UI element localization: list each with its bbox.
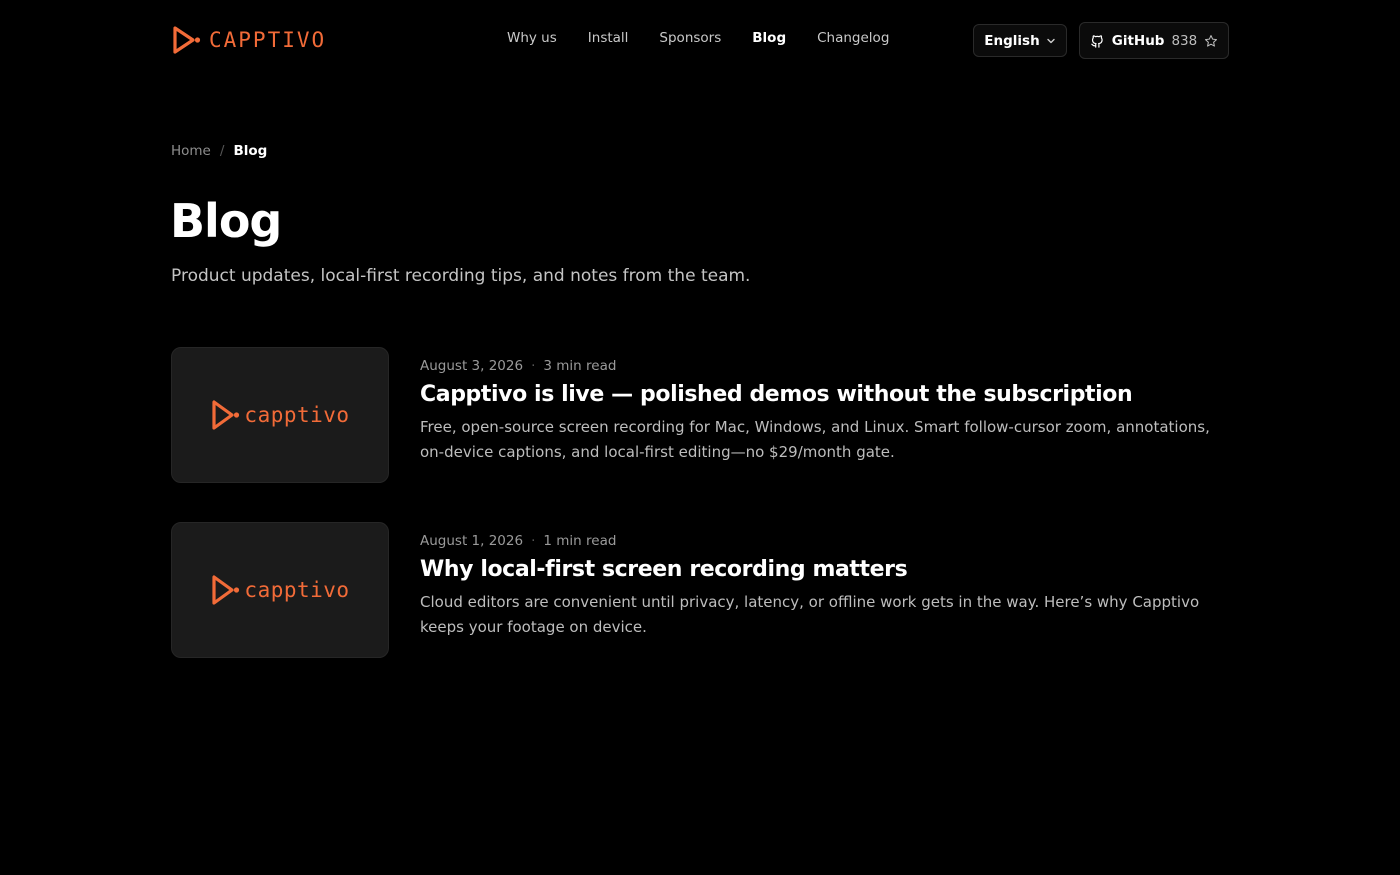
language-label: English (984, 32, 1040, 49)
github-label: GitHub (1111, 32, 1165, 49)
post-read-time: 1 min read (543, 533, 617, 549)
nav-install[interactable]: Install (588, 30, 629, 46)
post-body: August 1, 2026 · 1 min read Why local-fi… (420, 532, 1235, 640)
brand-name: CAPPTIVO (209, 28, 327, 52)
nav-why-us[interactable]: Why us (507, 30, 557, 46)
post-thumbnail[interactable]: capptivo (171, 347, 389, 483)
post-excerpt: Free, open-source screen recording for M… (420, 418, 1210, 461)
breadcrumb-separator: / (219, 143, 225, 159)
post-body: August 3, 2026 · 3 min read Capptivo is … (420, 357, 1235, 465)
blog-post-card[interactable]: capptivo August 3, 2026 · 3 min read Cap… (171, 347, 1231, 484)
post-excerpt: Cloud editors are convenient until priva… (420, 593, 1200, 636)
nav-sponsors[interactable]: Sponsors (659, 30, 721, 46)
post-title[interactable]: Capptivo is live — polished demos withou… (420, 382, 1235, 407)
brand-logo[interactable]: CAPPTIVO (171, 24, 326, 56)
play-triangle-icon (212, 575, 240, 605)
nav-blog[interactable]: Blog (752, 30, 786, 46)
thumbnail-brand-text: capptivo (244, 578, 350, 602)
meta-separator: · (531, 358, 536, 374)
breadcrumb-home[interactable]: Home (171, 143, 211, 159)
github-button[interactable]: GitHub 838 (1079, 22, 1229, 59)
post-date: August 1, 2026 (420, 533, 524, 549)
post-thumbnail[interactable]: capptivo (171, 522, 389, 658)
nav-changelog[interactable]: Changelog (817, 30, 889, 46)
github-icon (1091, 35, 1103, 48)
play-triangle-icon (212, 400, 240, 430)
blog-post-card[interactable]: capptivo August 1, 2026 · 1 min read Why… (171, 522, 1231, 659)
post-date: August 3, 2026 (420, 358, 524, 374)
language-selector[interactable]: English (973, 24, 1067, 57)
page-title: Blog (170, 194, 282, 248)
breadcrumb: Home / Blog (171, 143, 267, 159)
breadcrumb-current: Blog (233, 143, 268, 159)
github-star-count: 838 (1171, 32, 1198, 49)
main-nav: Why us Install Sponsors Blog Changelog (507, 30, 889, 46)
post-meta: August 1, 2026 · 1 min read (420, 532, 1235, 550)
chevron-down-icon (1047, 38, 1055, 43)
post-read-time: 3 min read (543, 358, 617, 374)
page-subtitle: Product updates, local-first recording t… (171, 266, 751, 286)
play-triangle-icon (173, 26, 201, 54)
star-icon (1205, 34, 1218, 47)
post-title[interactable]: Why local-first screen recording matters (420, 557, 1235, 582)
meta-separator: · (531, 533, 536, 549)
thumbnail-brand-text: capptivo (244, 403, 350, 427)
post-meta: August 3, 2026 · 3 min read (420, 357, 1235, 375)
site-header: CAPPTIVO Why us Install Sponsors Blog Ch… (0, 0, 1400, 82)
